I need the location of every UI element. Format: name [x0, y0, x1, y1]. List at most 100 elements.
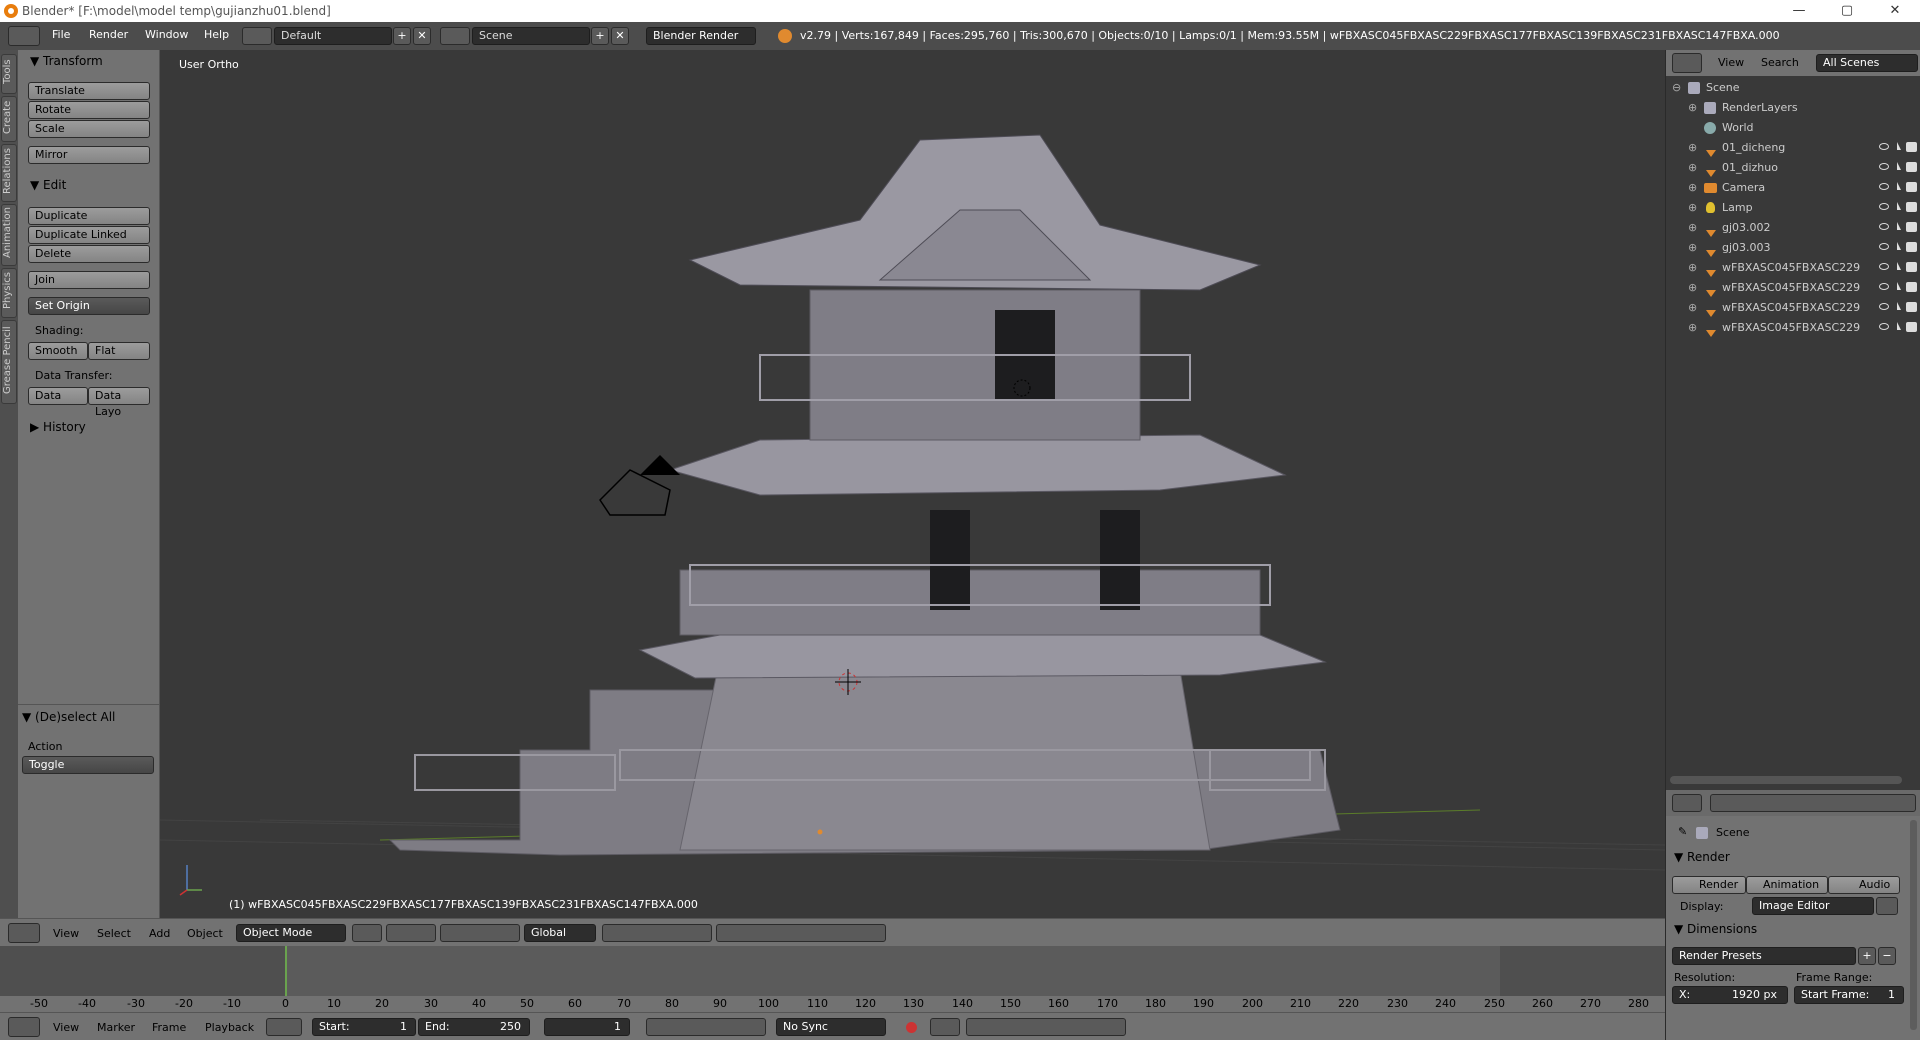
- tab-animation[interactable]: Animation: [1, 204, 17, 266]
- start-frame-prop-field[interactable]: Start Frame: 1: [1794, 986, 1904, 1004]
- outliner-row-wfbx-1[interactable]: ⊕ wFBXASC045FBXASC229: [1666, 258, 1920, 278]
- select-cursor-icon[interactable]: [1897, 222, 1901, 230]
- editor-type-info-icon[interactable]: [8, 26, 40, 46]
- visibility-eye-icon[interactable]: [1879, 163, 1889, 170]
- scale-button[interactable]: Scale: [28, 120, 150, 138]
- lock-interface-icon[interactable]: [1876, 897, 1898, 915]
- editor-type-3d-icon[interactable]: [8, 923, 40, 943]
- audio-button[interactable]: Audio: [1828, 876, 1900, 894]
- remove-scene-icon[interactable]: ✕: [611, 27, 629, 45]
- record-icon[interactable]: [906, 1022, 917, 1033]
- translate-button[interactable]: Translate: [28, 82, 150, 100]
- transform-panel-header[interactable]: ▼ Transform: [30, 54, 103, 68]
- select-cursor-icon[interactable]: [1897, 262, 1901, 270]
- select-cursor-icon[interactable]: [1897, 302, 1901, 310]
- outliner-menu-search[interactable]: Search: [1761, 56, 1799, 69]
- current-frame-marker[interactable]: [285, 946, 287, 996]
- menu-object[interactable]: Object: [187, 927, 223, 940]
- animation-button[interactable]: Animation: [1746, 876, 1828, 894]
- smooth-button[interactable]: Smooth: [28, 342, 88, 360]
- range-icons[interactable]: [266, 1018, 302, 1036]
- timeline-menu-view[interactable]: View: [53, 1021, 79, 1034]
- outliner-row-wfbx-4[interactable]: ⊕ wFBXASC045FBXASC229: [1666, 318, 1920, 338]
- render-camera-icon[interactable]: [1906, 202, 1917, 212]
- visibility-eye-icon[interactable]: [1879, 263, 1889, 270]
- outliner-row-wfbx-2[interactable]: ⊕ wFBXASC045FBXASC229: [1666, 278, 1920, 298]
- mode-select[interactable]: Object Mode: [236, 924, 346, 942]
- remove-preset-icon[interactable]: −: [1878, 947, 1896, 965]
- context-tab-icons[interactable]: [1710, 794, 1916, 812]
- outliner-row-renderlayers[interactable]: ⊕ RenderLayers: [1666, 98, 1920, 118]
- tab-relations[interactable]: Relations: [1, 144, 17, 202]
- add-layout-icon[interactable]: +: [393, 27, 411, 45]
- render-camera-icon[interactable]: [1906, 182, 1917, 192]
- visibility-eye-icon[interactable]: [1879, 323, 1889, 330]
- manipulator-icons[interactable]: [440, 924, 520, 942]
- orientation-select[interactable]: Global: [524, 924, 596, 942]
- visibility-eye-icon[interactable]: [1879, 223, 1889, 230]
- visibility-eye-icon[interactable]: [1879, 243, 1889, 250]
- visibility-eye-icon[interactable]: [1879, 143, 1889, 150]
- editor-type-outliner-icon[interactable]: [1672, 53, 1702, 73]
- timeline-menu-marker[interactable]: Marker: [97, 1021, 135, 1034]
- editor-type-timeline-icon[interactable]: [8, 1017, 40, 1037]
- outliner-display-select[interactable]: All Scenes: [1816, 54, 1918, 72]
- duplicate-linked-button[interactable]: Duplicate Linked: [28, 226, 150, 244]
- camera-object[interactable]: [599, 455, 680, 516]
- menu-help[interactable]: Help: [204, 28, 229, 41]
- outliner-row-01-dicheng[interactable]: ⊕ 01_dicheng: [1666, 138, 1920, 158]
- outliner-row-scene[interactable]: ⊖ Scene: [1666, 78, 1920, 98]
- render-camera-icon[interactable]: [1906, 142, 1917, 152]
- outliner-row-gj03-002[interactable]: ⊕ gj03.002: [1666, 218, 1920, 238]
- render-camera-icon[interactable]: [1906, 242, 1917, 252]
- set-origin-select[interactable]: Set Origin: [28, 297, 150, 315]
- end-frame-field[interactable]: End: 250: [418, 1018, 530, 1036]
- render-panel-header[interactable]: ▼ Render: [1674, 850, 1730, 864]
- render-camera-icon[interactable]: [1906, 162, 1917, 172]
- layout-field[interactable]: Default: [274, 27, 392, 45]
- scene-icon[interactable]: [440, 27, 470, 45]
- delete-button[interactable]: Delete: [28, 245, 150, 263]
- tab-grease-pencil[interactable]: Grease Pencil: [1, 320, 17, 404]
- edit-panel-header[interactable]: ▼ Edit: [30, 178, 66, 192]
- select-cursor-icon[interactable]: [1897, 182, 1901, 190]
- render-camera-icon[interactable]: [1906, 302, 1917, 312]
- menu-render[interactable]: Render: [89, 28, 128, 41]
- outliner-row-wfbx-3[interactable]: ⊕ wFBXASC045FBXASC229: [1666, 298, 1920, 318]
- menu-window[interactable]: Window: [145, 28, 188, 41]
- timeline-track[interactable]: [0, 946, 1665, 996]
- visibility-eye-icon[interactable]: [1879, 303, 1889, 310]
- outliner-row-gj03-003[interactable]: ⊕ gj03.003: [1666, 238, 1920, 258]
- menu-file[interactable]: File: [52, 28, 70, 41]
- pivot-icon[interactable]: [386, 924, 436, 942]
- dimensions-panel-header[interactable]: ▼ Dimensions: [1674, 922, 1757, 936]
- data-layout-button[interactable]: Data Layo: [88, 387, 150, 418]
- outliner-row-camera[interactable]: ⊕ Camera: [1666, 178, 1920, 198]
- tab-create[interactable]: Create: [1, 96, 17, 142]
- tab-tools[interactable]: Tools: [1, 54, 17, 94]
- display-select[interactable]: Image Editor: [1752, 897, 1874, 915]
- scene-field[interactable]: Scene: [472, 27, 590, 45]
- playback-controls-icons[interactable]: [646, 1018, 766, 1036]
- rotate-button[interactable]: Rotate: [28, 101, 150, 119]
- visibility-eye-icon[interactable]: [1879, 203, 1889, 210]
- properties-scrollbar[interactable]: [1910, 820, 1917, 1030]
- flat-button[interactable]: Flat: [88, 342, 150, 360]
- layout-icon[interactable]: [242, 27, 272, 45]
- close-button[interactable]: ✕: [1872, 0, 1918, 22]
- mirror-button[interactable]: Mirror: [28, 146, 150, 164]
- render-camera-icon[interactable]: [1906, 262, 1917, 272]
- select-cursor-icon[interactable]: [1897, 242, 1901, 250]
- select-cursor-icon[interactable]: [1897, 322, 1901, 330]
- outliner-row-lamp[interactable]: ⊕ Lamp: [1666, 198, 1920, 218]
- layer-buttons[interactable]: [602, 924, 712, 942]
- history-panel-header[interactable]: ▶ History: [30, 420, 86, 434]
- minimize-button[interactable]: —: [1776, 0, 1822, 22]
- remove-layout-icon[interactable]: ✕: [413, 27, 431, 45]
- select-cursor-icon[interactable]: [1897, 282, 1901, 290]
- keying-icon[interactable]: [930, 1018, 960, 1036]
- render-camera-icon[interactable]: [1906, 282, 1917, 292]
- sync-select[interactable]: No Sync: [776, 1018, 886, 1036]
- join-button[interactable]: Join: [28, 271, 150, 289]
- render-presets-select[interactable]: Render Presets: [1672, 947, 1856, 965]
